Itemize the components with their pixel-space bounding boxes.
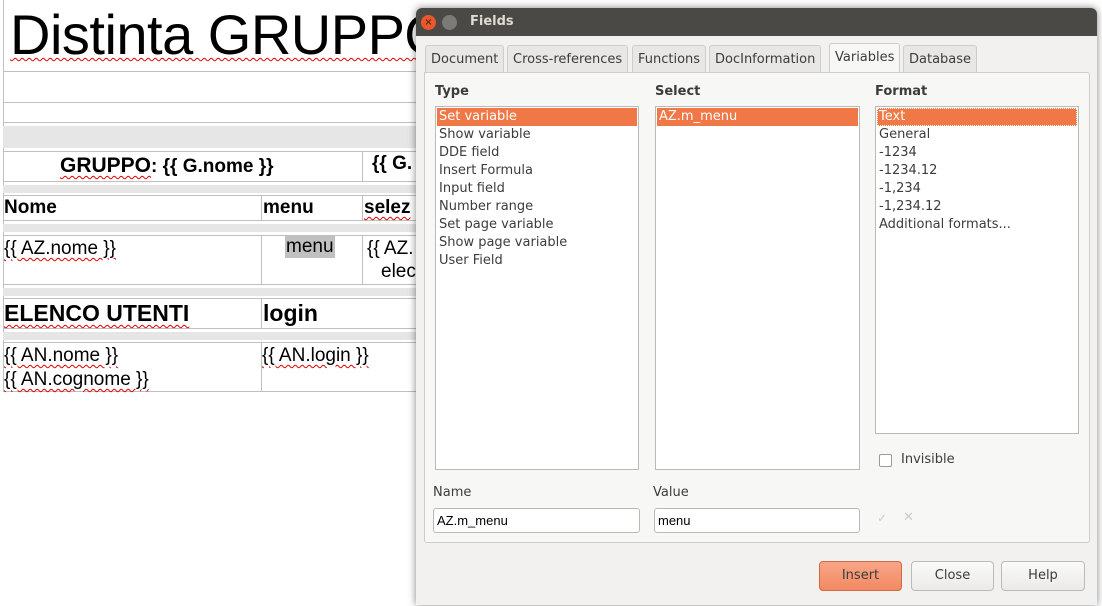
help-button[interactable]: Help bbox=[1001, 561, 1085, 591]
format-item-additional-formats[interactable]: Additional formats... bbox=[877, 216, 1077, 234]
type-item-set-page-variable[interactable]: Set page variable bbox=[437, 216, 637, 234]
type-item-input-field[interactable]: Input field bbox=[437, 180, 637, 198]
format-item-text[interactable]: Text bbox=[877, 108, 1077, 126]
users-heading: ELENCO UTENTI bbox=[4, 300, 190, 326]
value-label: Value bbox=[653, 485, 689, 500]
type-item-show-page-variable[interactable]: Show page variable bbox=[437, 234, 637, 252]
type-label: Type bbox=[435, 84, 469, 99]
cell-selez-1: {{ AZ. bbox=[367, 238, 414, 259]
tab-document[interactable]: Document bbox=[425, 45, 505, 72]
format-item-general[interactable]: General bbox=[877, 126, 1077, 144]
cell-az-nome: {{ AZ.nome }} bbox=[4, 238, 116, 259]
select-item-az-m-menu[interactable]: AZ.m_menu bbox=[657, 108, 858, 126]
type-item-set-variable[interactable]: Set variable bbox=[437, 108, 637, 126]
type-item-dde-field[interactable]: DDE field bbox=[437, 144, 637, 162]
cell-selez-2: elec bbox=[381, 261, 416, 282]
format-item-1234[interactable]: -1234 bbox=[877, 144, 1077, 162]
gruppo-right-field: {{ G. bbox=[372, 153, 413, 174]
delete-x-icon[interactable]: ✕ bbox=[903, 510, 914, 525]
select-list[interactable]: AZ.m_menu bbox=[655, 106, 860, 470]
header-nome: Nome bbox=[4, 197, 57, 218]
dialog-title: Fields bbox=[470, 14, 514, 29]
name-label: Name bbox=[433, 485, 472, 500]
tab-cross-references[interactable]: Cross-references bbox=[507, 45, 629, 72]
format-list[interactable]: Text General -1234 -1234.12 -1,234 -1,23… bbox=[875, 106, 1079, 434]
type-list[interactable]: Set variable Show variable DDE field Ins… bbox=[435, 106, 639, 470]
type-item-insert-formula[interactable]: Insert Formula bbox=[437, 162, 637, 180]
tab-database[interactable]: Database bbox=[903, 45, 978, 72]
insert-button[interactable]: Insert bbox=[819, 561, 902, 591]
select-label: Select bbox=[655, 84, 701, 99]
document-title: Distinta GRUPPO bbox=[10, 3, 448, 66]
close-button[interactable]: Close bbox=[911, 561, 994, 591]
apply-check-icon[interactable]: ✓ bbox=[877, 511, 887, 525]
cell-an-cognome: {{ AN.cognome }} bbox=[4, 369, 149, 390]
users-login-header: login bbox=[263, 300, 318, 326]
gruppo-heading: GRUPPO: {{ G.nome }} bbox=[60, 154, 274, 177]
header-selez: selez bbox=[364, 197, 411, 218]
fields-dialog: × Fields Document Cross-references Funct… bbox=[416, 8, 1097, 605]
type-item-number-range[interactable]: Number range bbox=[437, 198, 637, 216]
invisible-label: Invisible bbox=[901, 452, 955, 467]
close-window-icon[interactable]: × bbox=[421, 15, 436, 30]
maximize-window-icon[interactable] bbox=[442, 15, 457, 30]
tab-docinformation[interactable]: DocInformation bbox=[709, 45, 822, 72]
format-item-1-234[interactable]: -1,234 bbox=[877, 180, 1077, 198]
format-item-1-234-12[interactable]: -1,234.12 bbox=[877, 198, 1077, 216]
tab-variables[interactable]: Variables bbox=[829, 43, 901, 73]
header-menu: menu bbox=[263, 197, 314, 218]
invisible-checkbox[interactable] bbox=[879, 454, 892, 467]
dialog-titlebar[interactable]: × Fields bbox=[416, 8, 1097, 36]
menu-field[interactable]: menu bbox=[285, 236, 335, 258]
tab-functions[interactable]: Functions bbox=[632, 45, 707, 72]
cell-an-nome: {{ AN.nome }} bbox=[4, 345, 119, 366]
value-input[interactable] bbox=[654, 508, 860, 533]
cell-an-login: {{ AN.login }} bbox=[262, 345, 369, 366]
type-item-user-field[interactable]: User Field bbox=[437, 252, 637, 270]
format-label: Format bbox=[875, 84, 928, 99]
format-item-1234-12[interactable]: -1234.12 bbox=[877, 162, 1077, 180]
name-input[interactable] bbox=[433, 508, 640, 533]
type-item-show-variable[interactable]: Show variable bbox=[437, 126, 637, 144]
